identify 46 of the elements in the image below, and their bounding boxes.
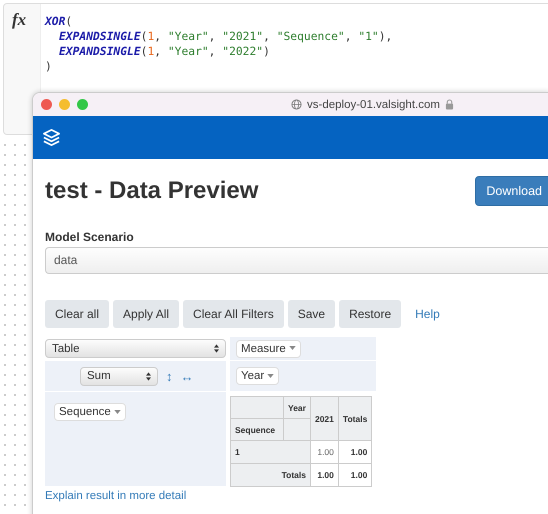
renderer-select[interactable]: Table <box>45 339 226 358</box>
scenario-select[interactable]: data <box>45 247 548 274</box>
field-chip[interactable]: Sequence <box>54 403 126 421</box>
up-down-arrows-icon <box>214 344 219 353</box>
code-line: EXPANDSINGLE(1, "Year", "2022") <box>58 44 271 59</box>
close-window-button[interactable] <box>41 99 52 110</box>
toolbar-button[interactable]: Clear All Filters <box>183 300 284 328</box>
page-title: test - Data Preview <box>45 177 258 205</box>
minimize-window-button[interactable] <box>59 99 70 110</box>
column-header: Totals <box>338 396 372 440</box>
toolbar-button[interactable]: Apply All <box>113 300 180 328</box>
up-down-arrows-icon <box>146 372 151 380</box>
field-chip[interactable]: Measure <box>236 340 301 358</box>
address-bar-url[interactable]: vs-deploy-01.valsight.com <box>307 98 440 110</box>
column-header: 2021 <box>310 396 338 440</box>
aggregator-select[interactable]: Sum <box>80 366 158 386</box>
row-header: Totals <box>230 464 310 486</box>
caret-icon <box>267 374 274 378</box>
field-label: Model Scenario <box>45 230 135 244</box>
toolbar-button[interactable]: Save <box>288 300 336 328</box>
download-button[interactable]: Download <box>475 176 548 206</box>
globe-icon <box>291 99 302 110</box>
formula-label: fx <box>11 9 28 31</box>
code-line: XOR( <box>45 14 74 29</box>
code-line: ) <box>45 59 53 74</box>
caret-icon <box>114 410 121 414</box>
caret-icon <box>288 346 296 350</box>
table-cell: 1.00 <box>310 464 338 486</box>
row-order-toggle[interactable]: ↕ <box>166 368 172 384</box>
field-chip[interactable]: Year <box>236 367 280 385</box>
zoom-window-button[interactable] <box>77 99 88 110</box>
code-line: EXPANDSINGLE(1, "Year", "2021", "Sequence", "1"), <box>58 29 392 44</box>
column-order-toggle[interactable]: ↔ <box>180 368 194 384</box>
layers-logo-icon[interactable] <box>42 128 61 147</box>
table-cell: 1.00 <box>338 440 372 464</box>
row-header: 1 <box>230 440 310 464</box>
column-header: Year <box>284 396 310 418</box>
help-link[interactable]: Help <box>415 307 440 321</box>
table-cell: 1.00 <box>338 464 372 486</box>
toolbar-button[interactable]: Restore <box>339 300 402 328</box>
explain-link[interactable]: Explain result in more detail <box>45 490 186 502</box>
formula-code[interactable]: XOR( EXPANDSINGLE(1, "Year", "2021", "Sequence", "1"), EXPANDSINGLE(1, "Year", "2022") ) <box>45 14 392 74</box>
table-cell: 1.00 <box>310 440 338 464</box>
row-header: Sequence <box>230 418 284 440</box>
lock-icon <box>444 99 454 110</box>
toolbar-button[interactable]: Clear all <box>45 300 110 328</box>
